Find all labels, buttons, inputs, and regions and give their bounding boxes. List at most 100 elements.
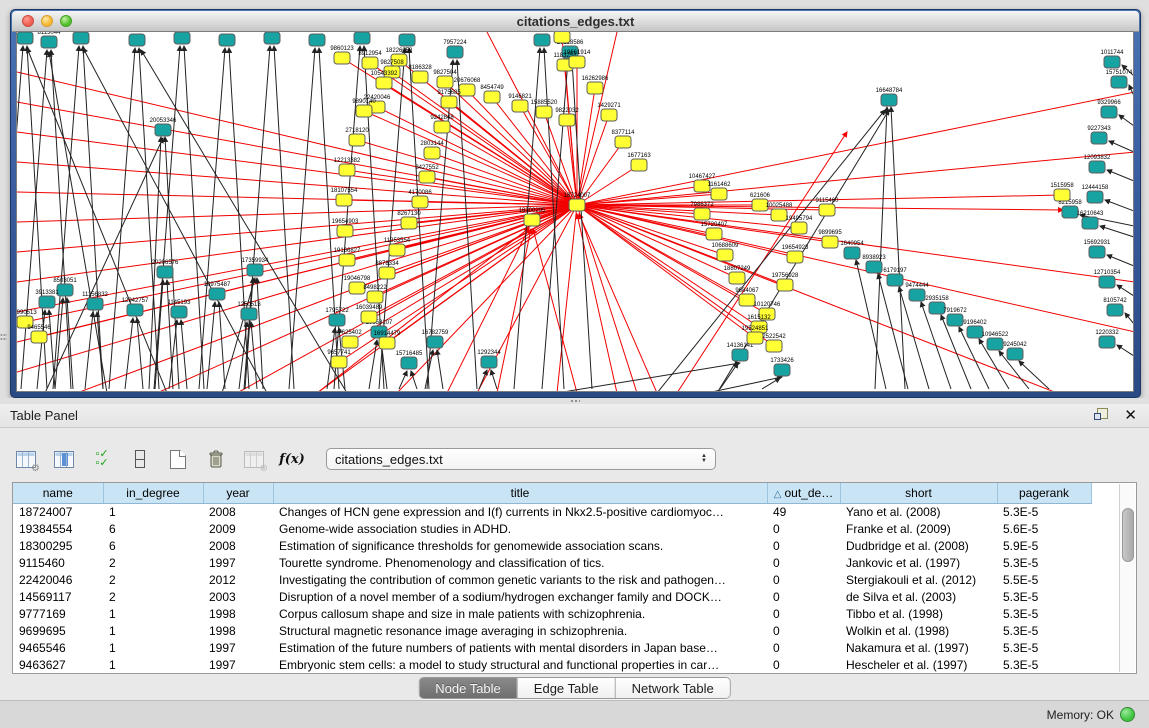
table-cell[interactable]: Estimation of the future numbers of pati… [273,639,767,656]
graph-node-teal[interactable]: 1640954 [840,241,864,259]
table-row[interactable]: 1456911722003Disruption of a novel membe… [13,588,1091,605]
close-window-button[interactable] [22,15,34,27]
graph-node-teal[interactable]: 10653287 [124,32,151,46]
graph-node-teal[interactable]: 9227343 [1087,126,1111,144]
table-cell[interactable]: 5.3E-5 [997,656,1091,673]
table-row[interactable]: 1872400712008Changes of HCN gene express… [13,503,1091,520]
graph-node-yellow[interactable]: 7625402 [338,330,362,348]
graph-node-teal[interactable]: 7957224 [443,40,467,58]
graph-node-yellow[interactable]: 19654923 [782,245,809,263]
table-settings-button[interactable]: ⚙ [14,448,38,470]
graph-node-yellow[interactable]: 9860123 [330,46,354,64]
table-cell[interactable]: 1 [103,605,203,622]
tab-network-table[interactable]: Network Table [616,678,730,698]
table-cell[interactable]: Hescheler et al. (1997) [840,656,997,673]
table-row[interactable]: 1938455462009Genome-wide association stu… [13,520,1091,537]
table-cell[interactable]: 0 [767,656,840,673]
tab-edge-table[interactable]: Edge Table [518,678,616,698]
function-builder-button[interactable]: f(x) [280,448,304,470]
graph-node-yellow[interactable]: 7986372 [690,202,714,220]
table-cell[interactable]: 5.5E-5 [997,571,1091,588]
graph-node-teal[interactable]: 15716485 [396,351,423,369]
table-cell[interactable]: 0 [767,605,840,622]
graph-node-teal[interactable]: 1220332 [1095,330,1119,348]
rows-button[interactable] [128,448,152,470]
column-header-short[interactable]: short [840,483,997,503]
column-header-pagerank[interactable]: pagerank [997,483,1091,503]
graph-node-yellow[interactable]: 9657741 [327,350,351,368]
graph-node-teal[interactable]: 1527802 [170,32,194,44]
graph-node-yellow[interactable]: 9899695 [818,230,842,248]
table-cell[interactable]: Genome-wide association studies in ADHD. [273,520,767,537]
graph-node-teal[interactable]: 8105742 [1103,298,1127,316]
table-cell[interactable]: 18300295 [13,537,103,554]
table-cell[interactable]: 1 [103,656,203,673]
select-all-button[interactable]: ▫✓▫✓ [90,448,114,470]
graph-node-teal[interactable]: 12942757 [122,298,149,316]
graph-node-teal[interactable]: 17359934 [242,258,269,276]
table-cell[interactable]: 6 [103,537,203,554]
close-panel-icon[interactable]: ✕ [1124,406,1137,424]
zoom-window-button[interactable] [60,15,72,27]
table-cell[interactable]: 2003 [203,588,273,605]
graph-node-yellow[interactable]: 1677163 [627,153,651,171]
table-cell[interactable]: 22420046 [13,571,103,588]
column-header-name[interactable]: name [13,483,103,503]
graph-node-teal[interactable]: 7512376 [350,32,374,44]
create-table-button[interactable] [166,448,190,470]
graph-node-yellow[interactable]: 2522542 [762,334,786,352]
graph-node-yellow[interactable]: 12213382 [334,158,361,176]
show-columns-button[interactable] [52,448,76,470]
graph-node-teal[interactable]: 1292344 [477,350,501,368]
table-cell[interactable]: 5.3E-5 [997,639,1091,656]
destroy-table-button[interactable]: ⊗ [242,448,266,470]
column-header-year[interactable]: year [203,483,273,503]
table-cell[interactable]: Changes of HCN gene expression and I(f) … [273,503,767,520]
table-cell[interactable]: Jankovic et al. (1997) [840,554,997,571]
graph-node-yellow[interactable]: 1429271 [597,103,621,121]
graph-node-teal[interactable]: 16671355 [304,32,331,46]
table-cell[interactable]: 5.3E-5 [997,588,1091,605]
graph-node-yellow[interactable]: 8454749 [480,85,504,103]
graph-node-teal[interactable]: 16648784 [876,88,903,106]
network-canvas[interactable]: 2405572811304420891406106532871527802646… [16,31,1134,392]
graph-node-yellow[interactable]: 9146821 [508,94,532,112]
table-cell[interactable]: 1997 [203,639,273,656]
table-cell[interactable]: Yano et al. (2008) [840,503,997,520]
graph-node-yellow[interactable]: 19495794 [786,216,813,234]
table-cell[interactable]: 0 [767,554,840,571]
table-cell[interactable]: 19384554 [13,520,103,537]
table-cell[interactable]: 2 [103,571,203,588]
table-cell[interactable]: 0 [767,571,840,588]
table-row[interactable]: 969969511998Structural magnetic resonanc… [13,622,1091,639]
table-cell[interactable]: 2009 [203,520,273,537]
graph-node-yellow[interactable]: 4170086 [408,190,432,208]
graph-node-yellow[interactable]: 9115460 [816,198,840,216]
table-cell[interactable]: 0 [767,639,840,656]
graph-node-teal[interactable]: 11156832 [82,292,108,310]
graph-node-yellow[interactable]: 9242848 [430,115,454,133]
table-cell[interactable]: 9463627 [13,656,103,673]
graph-node-yellow[interactable]: 8377114 [612,130,636,148]
table-cell[interactable]: Estimation of significance thresholds fo… [273,537,767,554]
table-cell[interactable]: 9465546 [13,639,103,656]
graph-node-yellow[interactable]: 8498222 [363,285,387,303]
graph-node-teal[interactable]: 1733426 [770,358,794,376]
column-header-title[interactable]: title [273,483,767,503]
table-cell[interactable]: 5.3E-5 [997,554,1091,571]
table-cell[interactable]: 5.3E-5 [997,622,1091,639]
table-cell[interactable]: 9699695 [13,622,103,639]
graph-node-teal[interactable]: 1145193 [168,300,192,318]
graph-node-yellow[interactable]: 15720407 [701,222,728,240]
table-cell[interactable]: 1 [103,503,203,520]
graph-node-yellow[interactable]: 9175685 [437,90,461,108]
table-cell[interactable]: 5.3E-5 [997,503,1091,520]
graph-node-teal[interactable]: 8813044 [530,32,554,46]
delete-rows-button[interactable] [204,448,228,470]
table-row[interactable]: 1830029562008Estimation of significance … [13,537,1091,554]
table-cell[interactable]: Investigating the contribution of common… [273,571,767,588]
graph-node-teal[interactable]: 14136141 [727,343,754,361]
table-cell[interactable]: 0 [767,588,840,605]
float-panel-icon[interactable] [1094,408,1109,422]
table-cell[interactable]: Embryonic stem cells: a model to study s… [273,656,767,673]
